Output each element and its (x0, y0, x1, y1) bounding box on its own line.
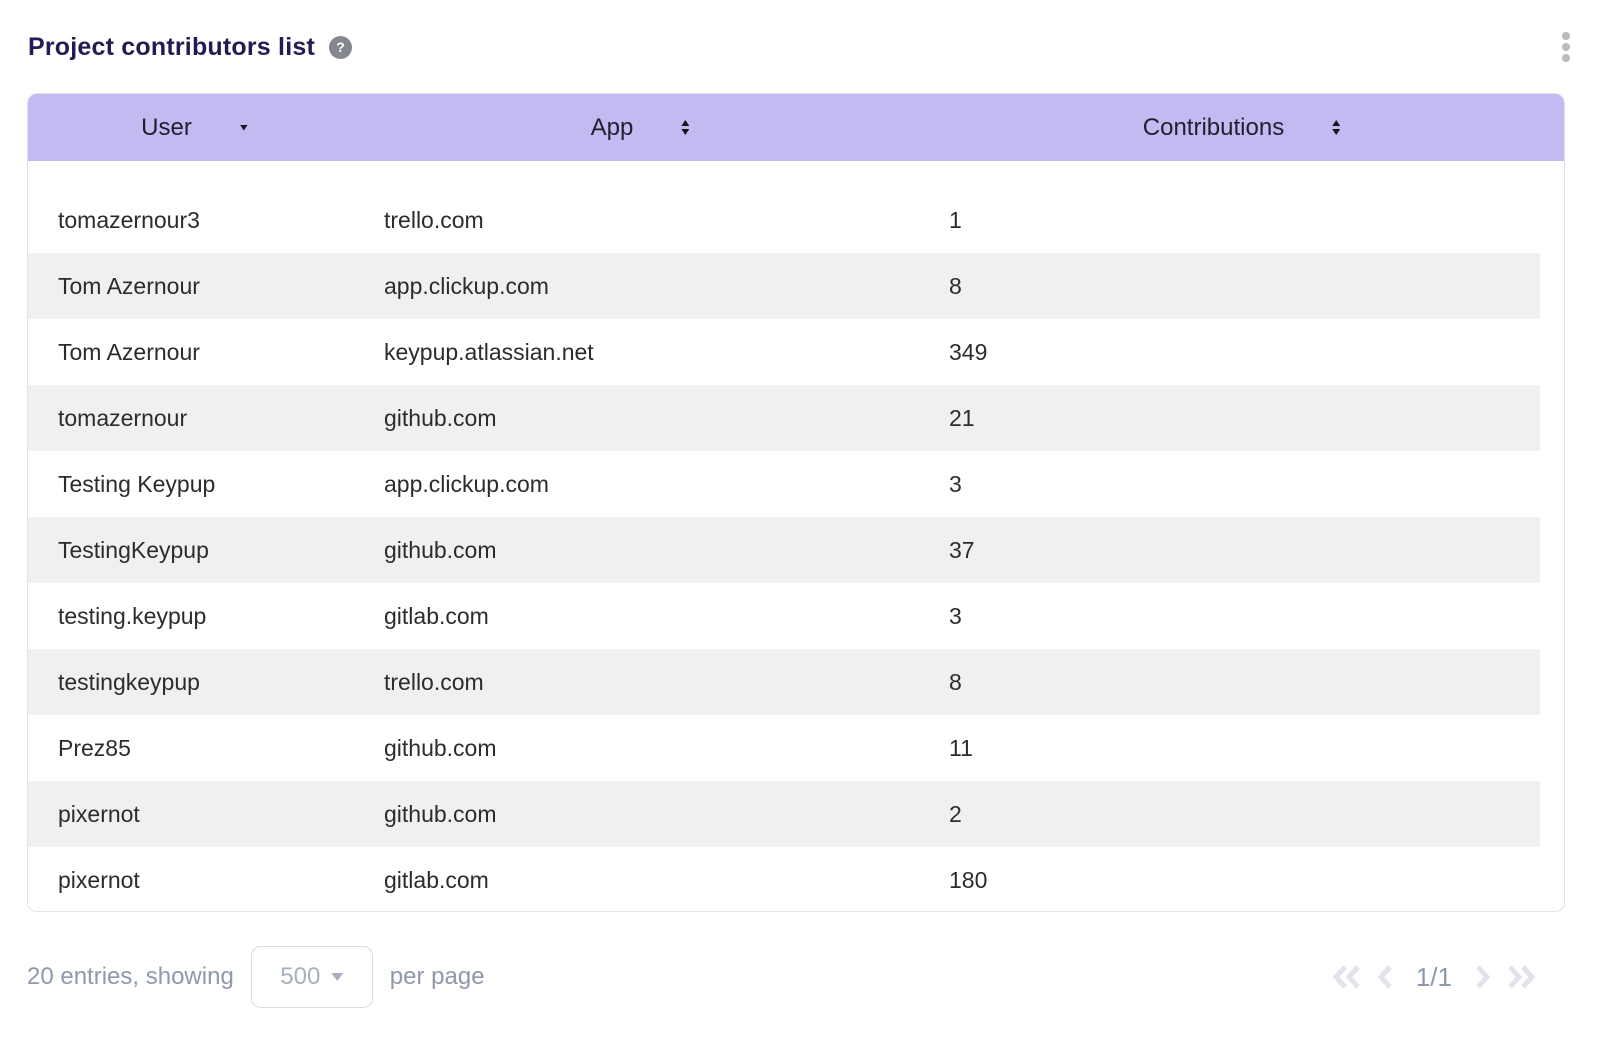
pagination: 1/1 (1331, 962, 1537, 993)
cell-app: github.com (361, 537, 919, 564)
cell-user: tomazernour3 (28, 207, 361, 234)
column-label-contributions: Contributions (1143, 114, 1284, 142)
table-row: pixernot github.com 2 (28, 781, 1540, 847)
page-size-select[interactable]: 500 (251, 946, 373, 1008)
cell-user: Testing Keypup (28, 471, 361, 498)
help-icon[interactable]: ? (329, 36, 352, 59)
cell-app: trello.com (361, 207, 919, 234)
table-row: testing.keypup gitlab.com 3 (28, 583, 1540, 649)
sort-up-icon (681, 120, 689, 126)
double-chevron-right-icon (1505, 964, 1537, 990)
cell-contributions: 349 (919, 339, 1540, 366)
cell-contributions: 2 (919, 801, 1540, 828)
contributors-table-card: User App Contributions (27, 93, 1565, 912)
cell-contributions: 180 (919, 867, 1540, 894)
first-page-button[interactable] (1331, 964, 1363, 990)
cell-contributions: 21 (919, 405, 1540, 432)
double-chevron-left-icon (1331, 964, 1363, 990)
cell-app: keypup.atlassian.net (361, 339, 919, 366)
column-label-user: User (141, 114, 192, 142)
cell-app: trello.com (361, 669, 919, 696)
cell-contributions: 8 (919, 669, 1540, 696)
cell-app: gitlab.com (361, 603, 919, 630)
cell-user: TestingKeypup (28, 537, 361, 564)
last-page-button[interactable] (1505, 964, 1537, 990)
table-header-row: User App Contributions (28, 94, 1564, 161)
chevron-left-icon (1376, 964, 1395, 990)
sort-down-icon (681, 129, 689, 135)
table-row: testingkeypup trello.com 8 (28, 649, 1540, 715)
column-header-contributions[interactable]: Contributions (919, 94, 1564, 161)
table-rows: tomazernour3 trello.com 1 Tom Azernour a… (28, 187, 1540, 912)
page-size-value: 500 (280, 963, 320, 991)
sort-up-icon (1332, 120, 1340, 126)
sort-icon-app (681, 120, 689, 135)
table-row: Tom Azernour keypup.atlassian.net 349 (28, 319, 1540, 385)
cell-user: testing.keypup (28, 603, 361, 630)
cell-user: pixernot (28, 801, 361, 828)
cell-app: github.com (361, 405, 919, 432)
page-title: Project contributors list (28, 33, 315, 62)
sort-icon-user (240, 125, 248, 131)
cell-app: github.com (361, 735, 919, 762)
entries-count-label: 20 entries, showing (27, 963, 234, 991)
cell-contributions: 3 (919, 471, 1540, 498)
table-row: Tom Azernour app.clickup.com 8 (28, 253, 1540, 319)
cell-user: Tom Azernour (28, 273, 361, 300)
table-body: tomazernour3 trello.com 1 Tom Azernour a… (28, 187, 1564, 911)
kebab-menu-button[interactable] (1556, 28, 1576, 66)
per-page-label: per page (390, 963, 485, 991)
cell-contributions: 3 (919, 603, 1540, 630)
kebab-dot (1562, 32, 1570, 40)
column-label-app: App (591, 114, 634, 142)
cell-contributions: 37 (919, 537, 1540, 564)
cell-user: Prez85 (28, 735, 361, 762)
column-header-user[interactable]: User (28, 94, 361, 161)
cell-app: gitlab.com (361, 867, 919, 894)
cell-contributions: 1 (919, 207, 1540, 234)
cell-contributions: 8 (919, 273, 1540, 300)
table-row: tomazernour3 trello.com 1 (28, 187, 1540, 253)
table-row: Testing Keypup app.clickup.com 3 (28, 451, 1540, 517)
sort-icon-contributions (1332, 120, 1340, 135)
table-row: pixernot gitlab.com 180 (28, 847, 1540, 912)
caret-down-icon (331, 973, 343, 981)
cell-user: Tom Azernour (28, 339, 361, 366)
table-footer: 20 entries, showing 500 per page 1/1 (27, 944, 1537, 1010)
cell-contributions: 11 (919, 735, 1540, 762)
cell-user: pixernot (28, 867, 361, 894)
table-row: tomazernour github.com 21 (28, 385, 1540, 451)
kebab-dot (1562, 54, 1570, 62)
cell-app: app.clickup.com (361, 471, 919, 498)
column-header-app[interactable]: App (361, 94, 919, 161)
page-indicator: 1/1 (1416, 962, 1452, 993)
cell-app: github.com (361, 801, 919, 828)
cell-app: app.clickup.com (361, 273, 919, 300)
table-row: TestingKeypup github.com 37 (28, 517, 1540, 583)
previous-page-button[interactable] (1376, 964, 1395, 990)
chevron-right-icon (1473, 964, 1492, 990)
project-contributors-widget: Project contributors list ? User App (0, 0, 1600, 1058)
cell-user: testingkeypup (28, 669, 361, 696)
kebab-dot (1562, 43, 1570, 51)
widget-titlebar: Project contributors list ? (28, 30, 1576, 64)
next-page-button[interactable] (1473, 964, 1492, 990)
sort-down-icon (1332, 129, 1340, 135)
cell-user: tomazernour (28, 405, 361, 432)
table-row: Prez85 github.com 11 (28, 715, 1540, 781)
